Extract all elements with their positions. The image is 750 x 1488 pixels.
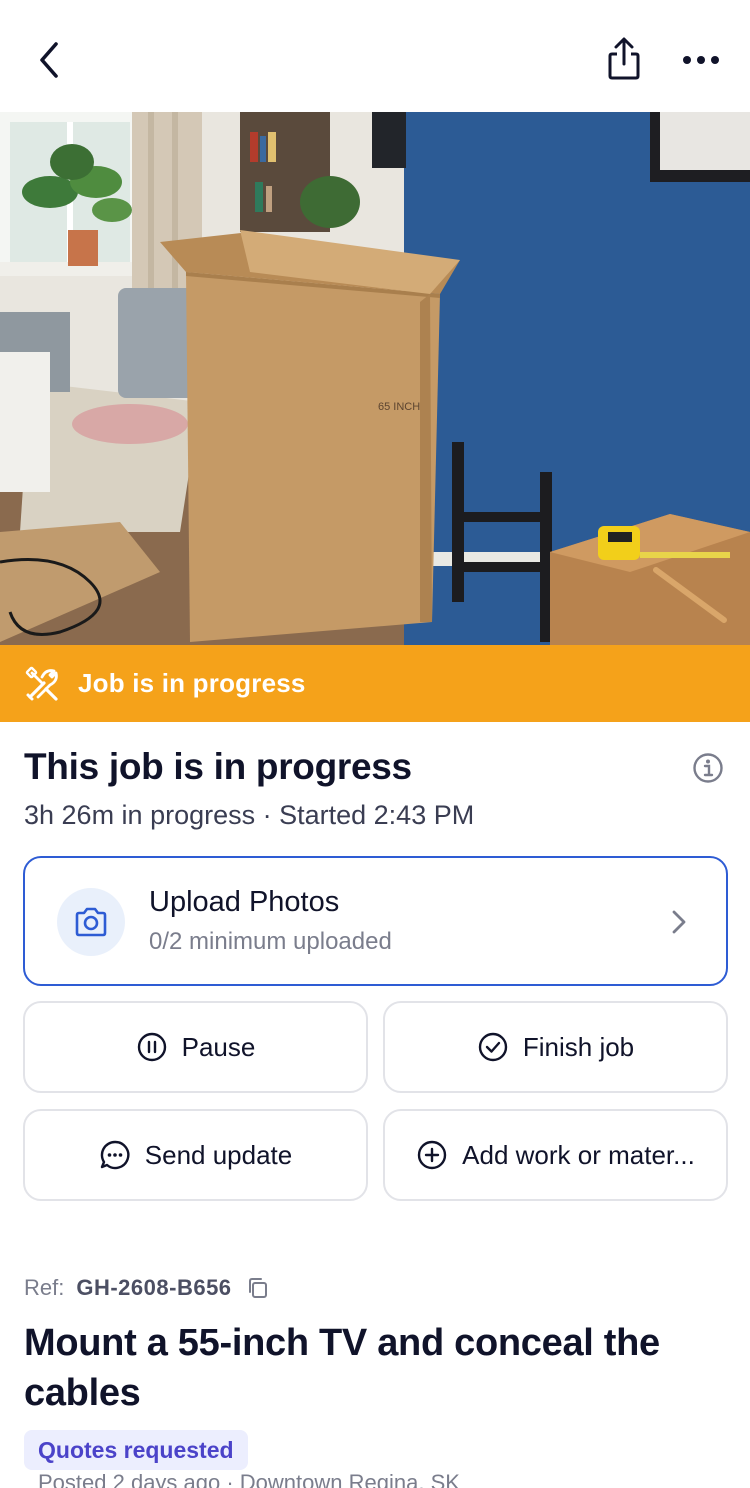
- job-photo: 65 INCH: [0, 112, 750, 646]
- finish-job-button-label: Finish job: [522, 1031, 635, 1062]
- status-badge: Quotes requested: [24, 1430, 248, 1470]
- job-reference: Ref: GH-2608-B656: [24, 1275, 270, 1301]
- info-button[interactable]: [692, 752, 724, 784]
- send-update-button[interactable]: Send update: [23, 1109, 368, 1201]
- tv-box-label: 65 INCH: [378, 401, 420, 413]
- add-work-button-label: Add work or mater...: [462, 1139, 695, 1170]
- upload-photos-subtitle: 0/2 minimum uploaded: [149, 928, 392, 955]
- back-button[interactable]: [30, 38, 70, 82]
- copy-icon[interactable]: [246, 1276, 270, 1300]
- job-status-subtitle: 3h 26m in progress · Started 2:43 PM: [24, 800, 475, 830]
- camera-icon-wrap: [57, 888, 125, 956]
- upload-photos-card[interactable]: Upload Photos 0/2 minimum uploaded: [23, 856, 728, 986]
- job-status-title: This job is in progress: [24, 746, 412, 787]
- chevron-left-icon: [40, 42, 58, 78]
- more-options-button[interactable]: [676, 40, 726, 80]
- job-title: Mount a 55-inch TV and conceal the cable…: [24, 1322, 660, 1414]
- send-update-button-label: Send update: [144, 1139, 293, 1170]
- tools-icon: [25, 666, 58, 701]
- share-icon: [608, 37, 640, 80]
- chevron-right-icon: [672, 910, 686, 934]
- pause-button[interactable]: Pause: [23, 1001, 368, 1093]
- info-icon: [693, 753, 723, 783]
- plus-circle-icon: [417, 1140, 447, 1170]
- pause-button-label: Pause: [181, 1031, 256, 1062]
- check-circle-icon: [478, 1032, 508, 1062]
- share-button[interactable]: [602, 36, 646, 82]
- job-status-banner: Job is in progress: [0, 645, 750, 722]
- add-work-or-materials-button[interactable]: Add work or mater...: [383, 1109, 728, 1201]
- top-nav-bar: [0, 0, 750, 112]
- posted-info: Posted 2 days ago · Downtown Regina, SK: [38, 1470, 460, 1488]
- ellipsis-icon: [683, 56, 719, 64]
- ref-label: Ref:: [24, 1275, 65, 1300]
- chat-bubble-icon: [100, 1140, 130, 1170]
- finish-job-button[interactable]: Finish job: [383, 1001, 728, 1093]
- pause-icon: [137, 1032, 166, 1062]
- camera-icon: [75, 907, 107, 937]
- upload-photos-title: Upload Photos: [149, 886, 340, 918]
- ref-code: GH-2608-B656: [76, 1275, 232, 1300]
- job-status-banner-text: Job is in progress: [78, 668, 306, 698]
